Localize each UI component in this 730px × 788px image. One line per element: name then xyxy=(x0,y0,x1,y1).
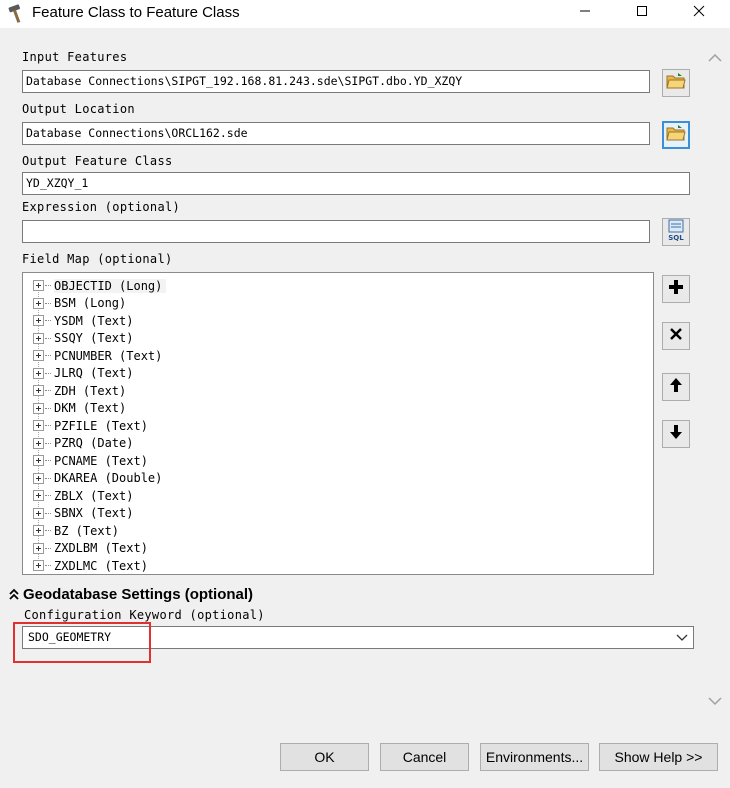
close-button[interactable] xyxy=(676,0,722,26)
expression-field[interactable] xyxy=(22,220,650,243)
expand-icon[interactable] xyxy=(33,297,44,309)
field-map-item[interactable]: DKM (Text) xyxy=(33,400,126,417)
geodatabase-settings-title: Geodatabase Settings (optional) xyxy=(23,586,254,603)
field-map-item[interactable]: JLRQ (Text) xyxy=(33,365,133,382)
field-map-tree[interactable]: OBJECTID (Long) BSM (Long) YSDM (Text) S… xyxy=(22,272,654,575)
delete-x-icon xyxy=(669,327,683,346)
expand-icon[interactable] xyxy=(33,385,44,396)
input-features-label: Input Features xyxy=(22,50,128,64)
field-map-item[interactable]: PZRQ (Date) xyxy=(33,435,133,452)
output-feature-class-label: Output Feature Class xyxy=(22,154,173,168)
ok-button[interactable]: OK xyxy=(280,743,369,771)
expand-icon[interactable] xyxy=(33,560,44,571)
open-folder-icon xyxy=(666,72,686,95)
title-bar: Feature Class to Feature Class xyxy=(0,0,730,28)
hammer-icon xyxy=(6,4,26,24)
expand-icon[interactable] xyxy=(33,367,44,379)
expand-icon[interactable] xyxy=(33,350,44,361)
sql-icon: SQL xyxy=(666,219,686,246)
add-field-button[interactable] xyxy=(662,275,690,303)
field-map-item[interactable]: BZ (Text) xyxy=(33,522,119,539)
input-features-browse-button[interactable] xyxy=(662,69,690,97)
close-icon xyxy=(693,4,705,22)
field-map-item[interactable]: DKAREA (Double) xyxy=(33,470,162,487)
expand-icon[interactable] xyxy=(33,437,44,449)
minimize-button[interactable] xyxy=(562,0,608,26)
field-map-item[interactable]: ZXDLBM (Text) xyxy=(33,540,148,557)
expand-icon[interactable] xyxy=(33,507,44,519)
expand-icon[interactable] xyxy=(33,472,44,484)
window-title: Feature Class to Feature Class xyxy=(32,4,240,21)
scroll-down-button[interactable] xyxy=(706,695,724,709)
input-features-field[interactable]: Database Connections\SIPGT_192.168.81.24… xyxy=(22,70,650,93)
show-help-button[interactable]: Show Help >> xyxy=(599,743,718,771)
maximize-icon xyxy=(636,4,648,22)
output-location-field[interactable]: Database Connections\ORCL162.sde xyxy=(22,122,650,145)
expand-icon[interactable] xyxy=(33,490,44,501)
expand-icon[interactable] xyxy=(33,455,44,466)
field-map-item[interactable]: PCNAME (Text) xyxy=(33,452,148,469)
expand-icon[interactable] xyxy=(33,280,44,291)
move-up-button[interactable] xyxy=(662,373,690,401)
scroll-up-button[interactable] xyxy=(706,52,724,66)
plus-icon xyxy=(668,279,684,300)
field-map-item[interactable]: OBJECTID (Long) xyxy=(33,277,167,294)
output-location-label: Output Location xyxy=(22,102,135,116)
field-map-item[interactable]: SSQY (Text) xyxy=(33,330,133,347)
field-map-item[interactable]: ZXDLMC (Text) xyxy=(33,557,148,574)
config-keyword-dropdown[interactable]: SDO_GEOMETRY xyxy=(22,626,694,649)
output-location-browse-button[interactable] xyxy=(662,121,690,149)
field-map-item[interactable]: ZBLX (Text) xyxy=(33,487,133,504)
chevron-down-icon xyxy=(708,693,722,711)
arrow-up-icon xyxy=(669,377,683,398)
delete-field-button[interactable] xyxy=(662,322,690,350)
arrow-down-icon xyxy=(669,424,683,445)
config-keyword-label: Configuration Keyword (optional) xyxy=(24,608,265,622)
geodatabase-settings-header[interactable]: Geodatabase Settings (optional) xyxy=(8,586,253,603)
open-folder-icon xyxy=(666,124,686,147)
chevron-up-icon xyxy=(708,50,722,68)
field-map-item[interactable]: PZFILE (Text) xyxy=(33,417,148,434)
field-map-item[interactable]: SBNX (Text) xyxy=(33,505,133,522)
field-map-item[interactable]: PCNUMBER (Text) xyxy=(33,347,162,364)
expand-icon[interactable] xyxy=(33,332,44,344)
config-keyword-value: SDO_GEOMETRY xyxy=(28,630,112,644)
move-down-button[interactable] xyxy=(662,420,690,448)
field-map-item[interactable]: ZDH (Text) xyxy=(33,382,126,399)
svg-text:SQL: SQL xyxy=(668,234,684,241)
cancel-button[interactable]: Cancel xyxy=(380,743,469,771)
expand-icon[interactable] xyxy=(33,402,44,414)
expand-icon[interactable] xyxy=(33,542,44,554)
expression-label: Expression (optional) xyxy=(22,200,181,214)
field-map-label: Field Map (optional) xyxy=(22,252,173,266)
minimize-icon xyxy=(579,4,591,22)
collapse-double-chevron-icon xyxy=(8,588,20,602)
environments-button[interactable]: Environments... xyxy=(480,743,589,771)
expand-icon[interactable] xyxy=(33,525,44,536)
output-feature-class-field[interactable]: YD_XZQY_1 xyxy=(22,172,690,195)
field-map-item[interactable]: BSM (Long) xyxy=(33,295,126,312)
expand-icon[interactable] xyxy=(33,315,44,326)
expand-icon[interactable] xyxy=(33,420,44,431)
sql-button[interactable]: SQL xyxy=(662,218,690,246)
maximize-button[interactable] xyxy=(619,0,665,26)
chevron-down-icon[interactable] xyxy=(675,630,689,644)
field-map-item[interactable]: YSDM (Text) xyxy=(33,312,133,329)
